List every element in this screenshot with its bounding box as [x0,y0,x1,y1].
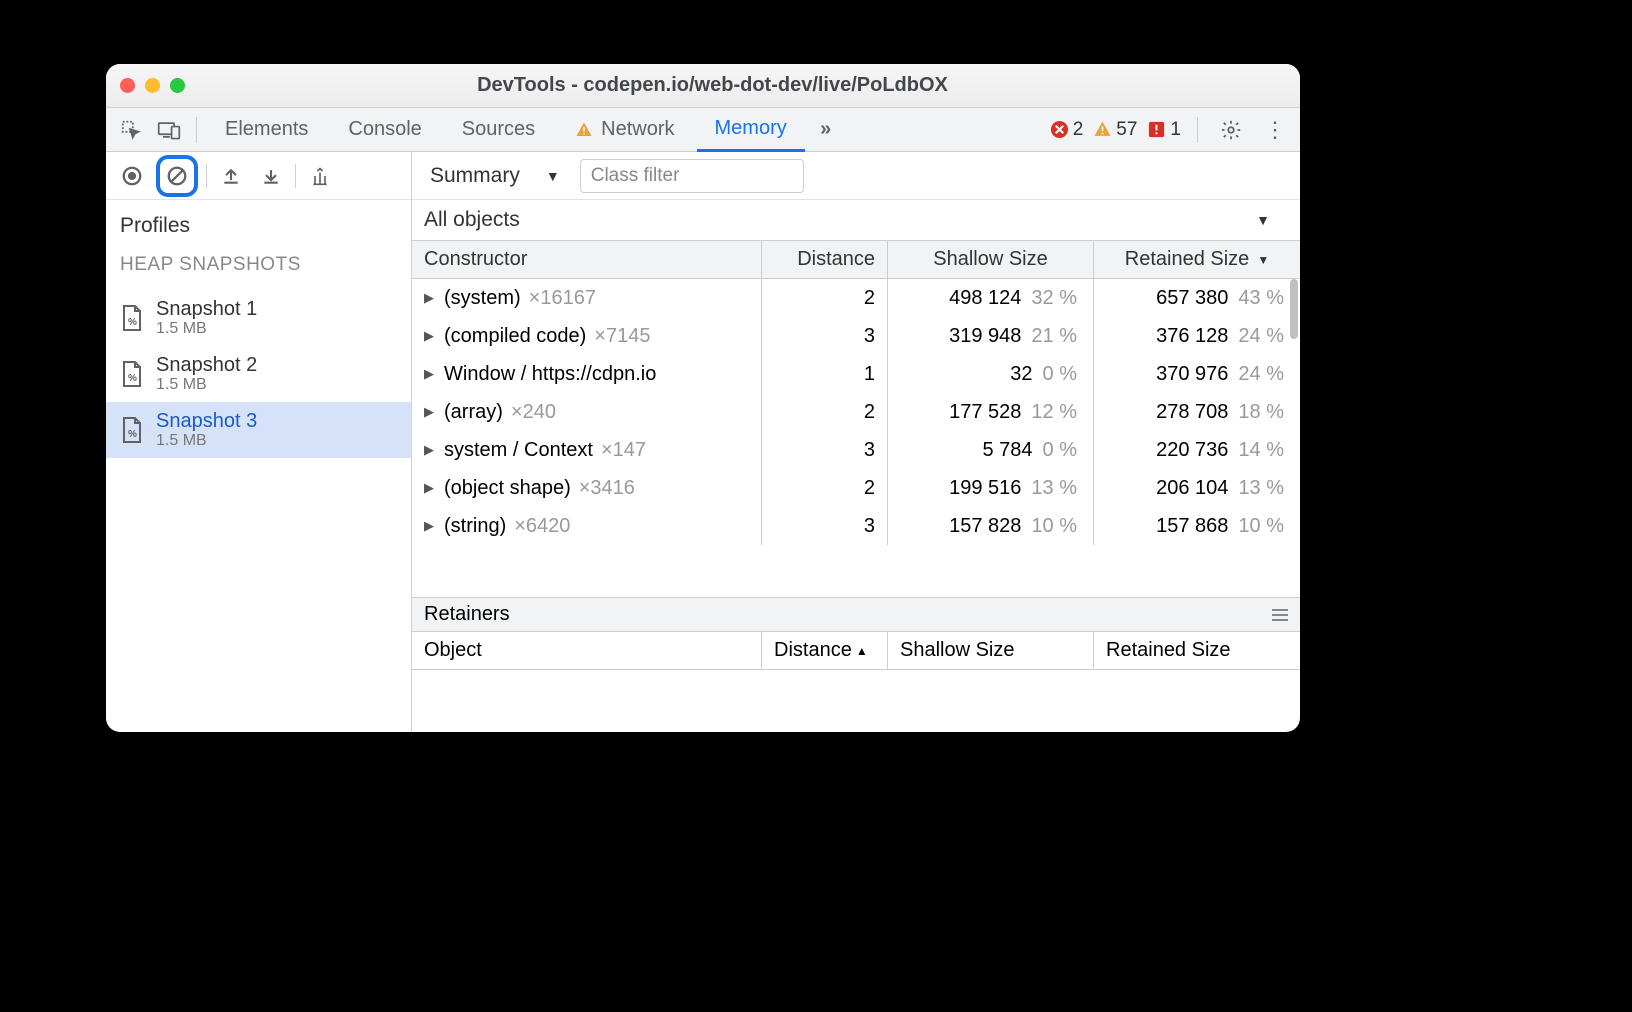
svg-text:%: % [128,429,137,440]
snapshot-name: Snapshot 1 [156,298,257,320]
errors-badge[interactable]: 2 [1050,119,1084,141]
col-constructor[interactable]: Constructor [412,241,762,278]
snapshot-item[interactable]: % Snapshot 1 1.5 MB [106,290,411,346]
tab-elements[interactable]: Elements [207,108,326,152]
main-panel: Summary▼ Class filter All objects▼ Const… [412,152,1300,732]
snapshot-item[interactable]: % Snapshot 3 1.5 MB [106,402,411,458]
tab-network[interactable]: Network [557,108,692,152]
retainers-title: Retainers [424,603,510,626]
warning-icon [1093,120,1112,139]
snapshot-file-icon: % [120,304,144,332]
sidebar-toolbar [106,152,411,200]
snapshot-name: Snapshot 2 [156,354,257,376]
kebab-icon[interactable]: ⋮ [1258,113,1292,147]
gc-icon[interactable] [304,160,336,192]
settings-icon[interactable] [1214,113,1248,147]
device-toggle-icon[interactable] [152,113,186,147]
profiles-heading: Profiles [120,214,411,238]
col-distance[interactable]: Distance [762,241,888,278]
clear-icon[interactable] [156,155,198,197]
titlebar: DevTools - codepen.io/web-dot-dev/live/P… [106,64,1300,108]
table-row[interactable]: ▶(system)×16167 2 498 12432 % 657 38043 … [412,279,1300,317]
table-row[interactable]: ▶(array)×240 2 177 52812 % 278 70818 % [412,393,1300,431]
error-icon [1050,120,1069,139]
more-tabs-icon[interactable]: » [809,113,843,147]
table-row[interactable]: ▶Window / https://cdpn.io 1 320 % 370 97… [412,355,1300,393]
table-row[interactable]: ▶system / Context×147 3 5 7840 % 220 736… [412,431,1300,469]
svg-text:%: % [128,373,137,384]
traffic-lights [120,78,185,93]
scrollbar[interactable] [1290,279,1298,339]
content: Profiles HEAP SNAPSHOTS % Snapshot 1 1.5… [106,152,1300,732]
snapshot-size: 1.5 MB [156,376,257,394]
svg-text:%: % [128,317,137,328]
ret-col-shallow[interactable]: Shallow Size [888,632,1094,669]
tab-console[interactable]: Console [330,108,439,152]
snapshot-file-icon: % [120,416,144,444]
table-row[interactable]: ▶(compiled code)×7145 3 319 94821 % 376 … [412,317,1300,355]
retainers-menu-icon[interactable] [1272,609,1288,621]
record-icon[interactable] [116,160,148,192]
tab-memory[interactable]: Memory [697,108,805,152]
heap-snapshots-heading: HEAP SNAPSHOTS [120,254,411,276]
snapshot-size: 1.5 MB [156,432,257,450]
snapshot-size: 1.5 MB [156,320,257,338]
view-dropdown[interactable]: Summary▼ [424,160,566,192]
col-retained[interactable]: Retained Size [1094,241,1300,278]
warnings-badge[interactable]: 57 [1093,119,1137,141]
scope-dropdown[interactable]: All objects▼ [412,200,1300,240]
table-row[interactable]: ▶(string)×6420 3 157 82810 % 157 86810 % [412,507,1300,545]
devtools-window: DevTools - codepen.io/web-dot-dev/live/P… [106,64,1300,732]
class-filter-input[interactable]: Class filter [580,159,804,193]
ret-col-distance[interactable]: Distance [762,632,888,669]
col-shallow[interactable]: Shallow Size [888,241,1094,278]
tab-sources[interactable]: Sources [444,108,553,152]
snapshot-name: Snapshot 3 [156,410,257,432]
warning-icon [575,121,593,139]
download-icon[interactable] [255,160,287,192]
minimize-icon[interactable] [145,78,160,93]
close-icon[interactable] [120,78,135,93]
snapshot-item[interactable]: % Snapshot 2 1.5 MB [106,346,411,402]
inspect-icon[interactable] [114,113,148,147]
maximize-icon[interactable] [170,78,185,93]
main-toolbar: Summary▼ Class filter [412,152,1300,200]
table-row[interactable]: ▶(object shape)×3416 2 199 51613 % 206 1… [412,469,1300,507]
issue-icon [1147,120,1166,139]
sidebar: Profiles HEAP SNAPSHOTS % Snapshot 1 1.5… [106,152,412,732]
ret-col-object[interactable]: Object [412,632,762,669]
constructor-table: Constructor Distance Shallow Size Retain… [412,240,1300,732]
ret-col-retained[interactable]: Retained Size [1094,632,1300,669]
window-title: DevTools - codepen.io/web-dot-dev/live/P… [199,74,1226,97]
upload-icon[interactable] [215,160,247,192]
retainers-panel: Retainers Object Distance Shallow Size R… [412,597,1300,732]
snapshot-file-icon: % [120,360,144,388]
tabstrip: Elements Console Sources Network Memory … [106,108,1300,152]
issues-badge[interactable]: 1 [1147,119,1181,141]
